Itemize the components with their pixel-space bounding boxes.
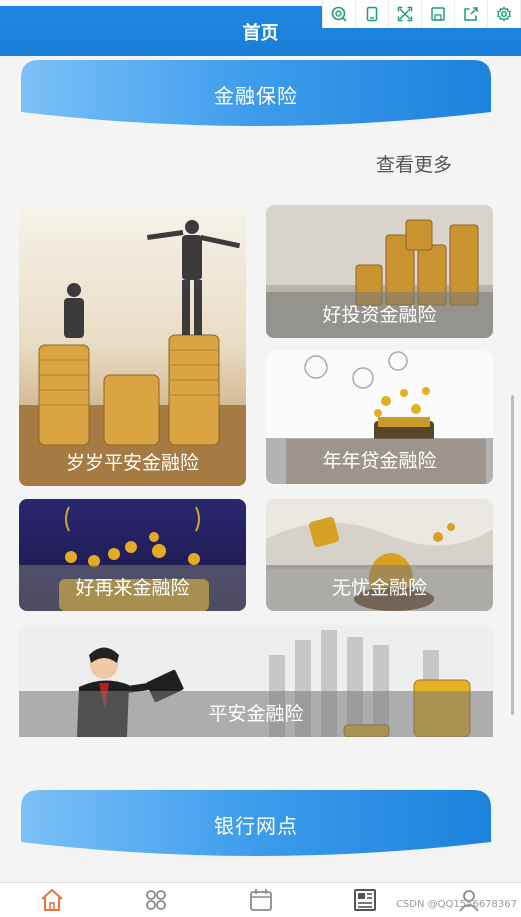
watermark: CSDN @QQ1556678367: [395, 899, 517, 910]
product-card[interactable]: 年年贷金融险: [266, 351, 493, 484]
toolbar: [322, 0, 521, 28]
share-icon[interactable]: [455, 0, 488, 28]
device-icon[interactable]: [356, 0, 389, 28]
view-more-link[interactable]: 查看更多: [376, 150, 452, 177]
finance-section-banner[interactable]: 金融保险: [21, 60, 491, 130]
product-card[interactable]: 好再来金融险: [19, 499, 246, 611]
nav-apps[interactable]: [104, 883, 208, 917]
product-card[interactable]: 无忧金融险: [266, 499, 493, 611]
finance-section-title: 金融保险: [214, 84, 298, 108]
calendar-icon: [249, 889, 272, 911]
product-card[interactable]: 好投资金融险: [266, 205, 493, 338]
product-card-label: 岁岁平安金融险: [65, 452, 199, 474]
product-card[interactable]: 平安金融险: [19, 625, 493, 737]
save-icon[interactable]: [422, 0, 455, 28]
home-icon: [41, 888, 63, 911]
bank-section-title: 银行网点: [214, 814, 298, 838]
nav-calendar[interactable]: [208, 883, 312, 917]
scrollbar[interactable]: [511, 395, 514, 715]
product-card[interactable]: 岁岁平安金融险: [19, 205, 246, 486]
expand-icon[interactable]: [389, 0, 422, 28]
product-card-label: 无忧金融险: [266, 565, 493, 611]
bank-section-banner[interactable]: 银行网点: [21, 790, 491, 860]
product-card-label: 好再来金融险: [19, 565, 246, 611]
settings-icon[interactable]: [488, 0, 521, 28]
product-card-label: 好投资金融险: [266, 292, 493, 338]
product-card-label: 平安金融险: [19, 691, 493, 737]
apps-icon: [146, 890, 167, 910]
news-icon: [353, 889, 376, 911]
search-icon[interactable]: [323, 0, 356, 28]
nav-home[interactable]: [0, 883, 104, 917]
product-card-label: 年年贷金融险: [266, 438, 493, 484]
